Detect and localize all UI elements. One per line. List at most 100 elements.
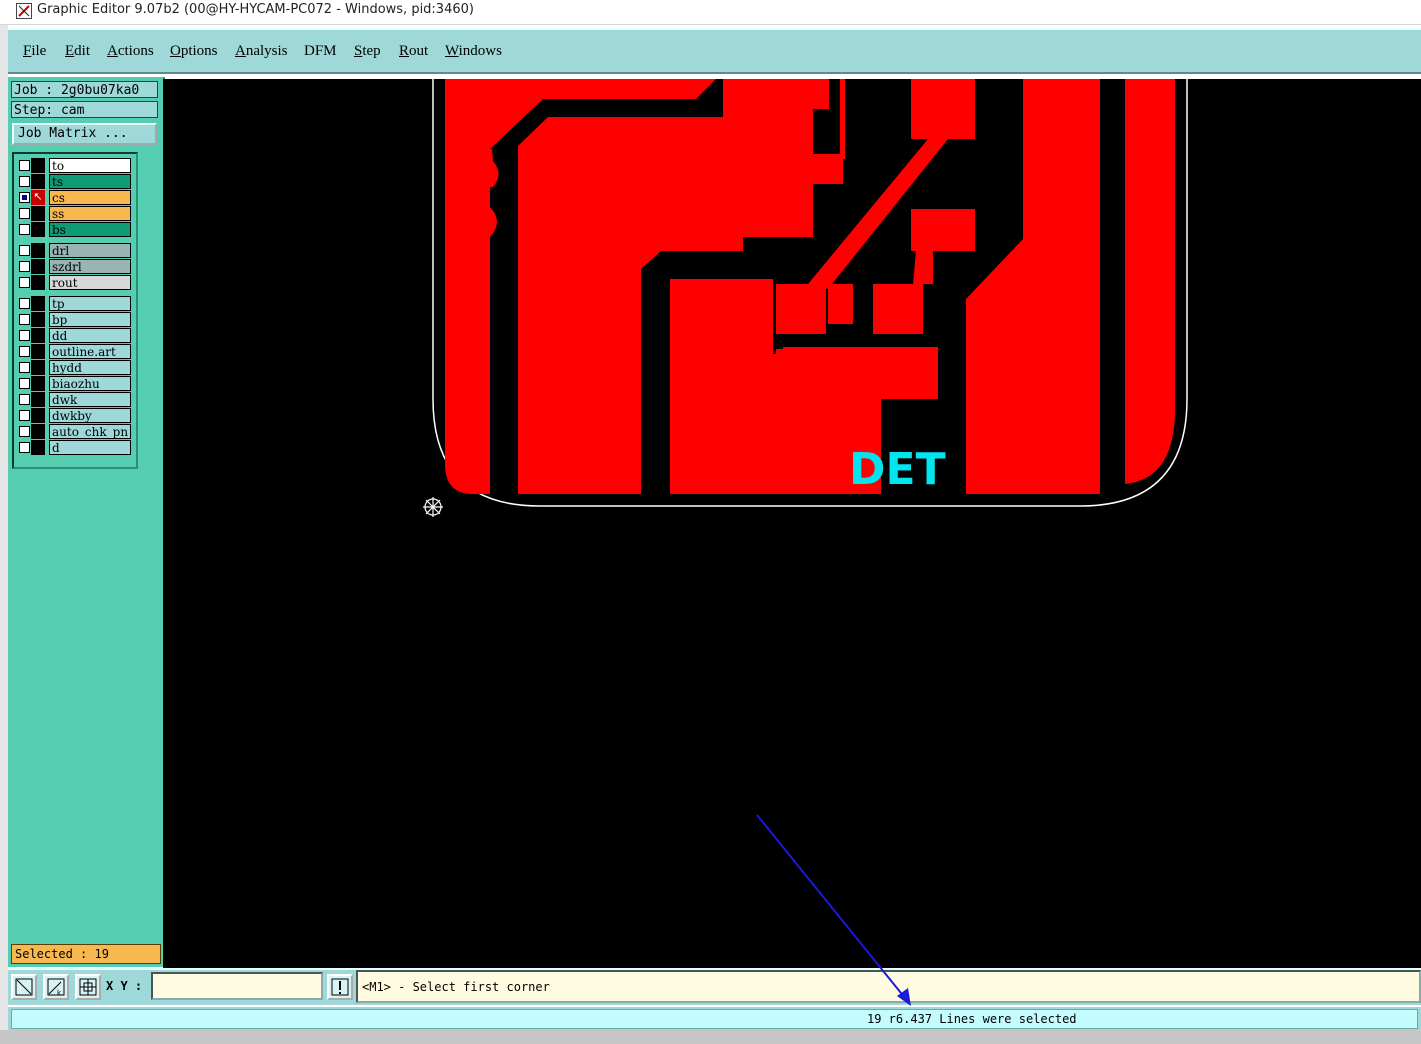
zoom-window-button[interactable] bbox=[11, 974, 37, 1000]
layer-name[interactable]: szdrl bbox=[49, 259, 131, 274]
menu-analysis[interactable]: Analysis bbox=[235, 43, 288, 60]
layer-checkbox[interactable] bbox=[19, 410, 30, 421]
layer-row-drl[interactable]: drl bbox=[16, 243, 132, 258]
layer-name[interactable]: dd bbox=[49, 328, 131, 343]
layer-name[interactable]: to bbox=[49, 158, 131, 173]
layer-row-dwk[interactable]: dwk bbox=[16, 392, 132, 407]
layer-display-cell[interactable] bbox=[31, 376, 45, 391]
layer-name[interactable]: ts bbox=[49, 174, 131, 189]
menu-file[interactable]: File bbox=[23, 43, 46, 60]
layer-display-cell[interactable] bbox=[31, 275, 45, 290]
layer-row-szdrl[interactable]: szdrl bbox=[16, 259, 132, 274]
layer-name[interactable]: drl bbox=[49, 243, 131, 258]
layer-display-cell[interactable] bbox=[31, 328, 45, 343]
menu-bar: File Edit Actions Options Analysis DFM S… bbox=[8, 28, 1421, 74]
layer-row-to[interactable]: to bbox=[16, 158, 132, 173]
step-name: Step: cam bbox=[11, 101, 158, 118]
layer-name[interactable]: outline.art bbox=[49, 344, 131, 359]
work-layer-arrow-icon[interactable]: ↖ bbox=[31, 190, 45, 205]
layer-checkbox[interactable] bbox=[19, 378, 30, 389]
layer-checkbox[interactable] bbox=[19, 208, 30, 219]
graphic-canvas[interactable]: DET bbox=[163, 79, 1421, 968]
layer-display-cell[interactable] bbox=[31, 206, 45, 221]
layer-display-cell[interactable] bbox=[31, 296, 45, 311]
layer-checkbox[interactable] bbox=[19, 261, 30, 272]
layer-display-cell[interactable] bbox=[31, 440, 45, 455]
menu-dfm[interactable]: DFM bbox=[304, 43, 337, 60]
layer-row-auto-chk-pn[interactable]: auto_chk_pn bbox=[16, 424, 132, 439]
status-message: 19 r6.437 Lines were selected bbox=[867, 1012, 1077, 1026]
layer-checkbox[interactable] bbox=[19, 224, 30, 235]
layer-display-cell[interactable] bbox=[31, 158, 45, 173]
layer-checkbox[interactable] bbox=[19, 394, 30, 405]
layer-checkbox[interactable] bbox=[19, 330, 30, 341]
layer-row-bp[interactable]: bp bbox=[16, 312, 132, 327]
layer-row-bs[interactable]: bs bbox=[16, 222, 132, 237]
layer-checkbox[interactable] bbox=[19, 176, 30, 187]
layer-row-dwkby[interactable]: dwkby bbox=[16, 408, 132, 423]
pcb-drawing: DET bbox=[423, 79, 1188, 517]
layer-checkbox[interactable] bbox=[19, 426, 30, 437]
layer-checkbox[interactable] bbox=[19, 192, 30, 203]
layer-name[interactable]: ss bbox=[49, 206, 131, 221]
layer-name[interactable]: rout bbox=[49, 275, 131, 290]
layer-checkbox[interactable] bbox=[19, 298, 30, 309]
title-bar: Graphic Editor 9.07b2 (00@HY-HYCAM-PC072… bbox=[0, 0, 1421, 25]
xy-coordinate-input[interactable] bbox=[151, 972, 323, 1000]
layer-row-outline-art[interactable]: outline.art bbox=[16, 344, 132, 359]
menu-step[interactable]: Step bbox=[354, 43, 381, 60]
layer-name[interactable]: dwkby bbox=[49, 408, 131, 423]
prompt-area: <M1> - Select first corner bbox=[356, 970, 1421, 1003]
layer-row-ss[interactable]: ss bbox=[16, 206, 132, 221]
origin-marker bbox=[423, 497, 443, 517]
layer-display-cell[interactable] bbox=[31, 312, 45, 327]
layer-name[interactable]: bp bbox=[49, 312, 131, 327]
job-matrix-button[interactable]: Job Matrix ... bbox=[12, 123, 157, 145]
layer-display-cell[interactable] bbox=[31, 424, 45, 439]
zoom-measure-button[interactable]: k bbox=[43, 974, 69, 1000]
grid-snap-button[interactable] bbox=[75, 974, 101, 1000]
layer-row-rout[interactable]: rout bbox=[16, 275, 132, 290]
layer-checkbox[interactable] bbox=[19, 346, 30, 357]
menu-actions[interactable]: Actions bbox=[107, 43, 154, 60]
layer-display-cell[interactable] bbox=[31, 360, 45, 375]
layer-display-cell[interactable] bbox=[31, 243, 45, 258]
layer-checkbox[interactable] bbox=[19, 245, 30, 256]
menu-windows[interactable]: Windows bbox=[445, 43, 502, 60]
layer-name[interactable]: cs bbox=[49, 190, 131, 205]
layer-checkbox[interactable] bbox=[19, 160, 30, 171]
measure-icon: k bbox=[47, 978, 65, 997]
layer-name[interactable]: d bbox=[49, 440, 131, 455]
layer-row-d[interactable]: d bbox=[16, 440, 132, 455]
layer-name[interactable]: bs bbox=[49, 222, 131, 237]
menu-rout[interactable]: Rout bbox=[399, 43, 428, 60]
layer-display-cell[interactable] bbox=[31, 222, 45, 237]
layer-row-hydd[interactable]: hydd bbox=[16, 360, 132, 375]
layer-checkbox[interactable] bbox=[19, 442, 30, 453]
zoom-window-icon bbox=[15, 978, 33, 996]
layer-row-ts[interactable]: ts bbox=[16, 174, 132, 189]
layer-row-dd[interactable]: dd bbox=[16, 328, 132, 343]
silkscreen-label: DET bbox=[849, 444, 946, 495]
menu-edit[interactable]: Edit bbox=[65, 43, 90, 60]
layer-checkbox[interactable] bbox=[19, 277, 30, 288]
layer-display-cell[interactable] bbox=[31, 392, 45, 407]
layer-name[interactable]: dwk bbox=[49, 392, 131, 407]
layer-display-cell[interactable] bbox=[31, 174, 45, 189]
layer-display-cell[interactable] bbox=[31, 259, 45, 274]
layer-display-cell[interactable] bbox=[31, 344, 45, 359]
alert-button[interactable] bbox=[327, 974, 353, 1000]
window-left-edge bbox=[0, 0, 8, 1044]
layer-display-cell[interactable] bbox=[31, 408, 45, 423]
layer-name[interactable]: hydd bbox=[49, 360, 131, 375]
layer-name[interactable]: auto_chk_pn bbox=[49, 424, 131, 439]
layer-name[interactable]: biaozhu bbox=[49, 376, 131, 391]
layer-checkbox[interactable] bbox=[19, 314, 30, 325]
prompt-message: <M1> - Select first corner bbox=[362, 980, 550, 994]
layer-checkbox[interactable] bbox=[19, 362, 30, 373]
layer-row-tp[interactable]: tp bbox=[16, 296, 132, 311]
layer-name[interactable]: tp bbox=[49, 296, 131, 311]
menu-options[interactable]: Options bbox=[170, 43, 218, 60]
layer-row-biaozhu[interactable]: biaozhu bbox=[16, 376, 132, 391]
layer-row-cs[interactable]: ↖ cs bbox=[16, 190, 132, 205]
